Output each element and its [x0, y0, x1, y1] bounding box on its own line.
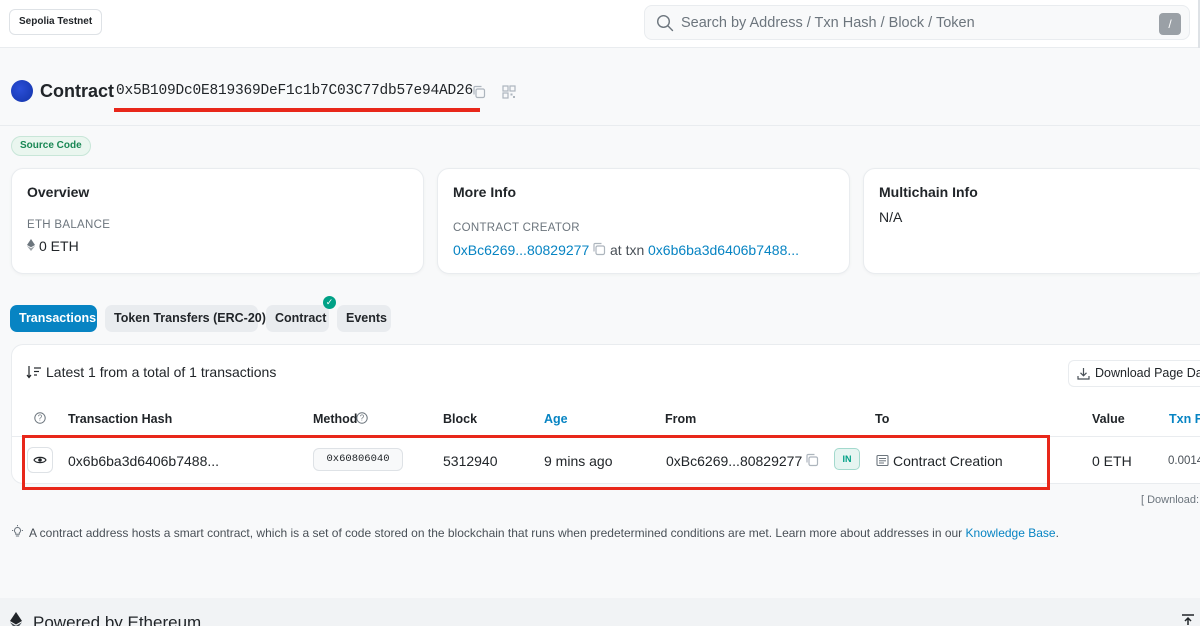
at-txn-label: at txn	[610, 242, 645, 258]
multichain-title: Multichain Info	[879, 184, 978, 200]
search-icon	[656, 14, 674, 32]
back-to-top-icon[interactable]	[1181, 612, 1195, 626]
eth-icon	[27, 239, 35, 251]
contract-header: Contract 0x5B109Dc0E819369DeF1c1b7C03C77…	[0, 60, 1200, 126]
creation-txn-link[interactable]: 0x6b6ba3d6406b7488...	[648, 242, 799, 258]
source-code-badge[interactable]: Source Code	[11, 136, 91, 156]
value-amount: 0 ETH	[1092, 453, 1132, 469]
column-header-method: Method	[313, 412, 358, 426]
column-header-to: To	[875, 412, 890, 426]
footer-text: Powered by Ethereum	[33, 613, 202, 626]
lightbulb-icon	[12, 525, 23, 537]
column-header-value: Value	[1092, 412, 1125, 426]
tab-transactions[interactable]: Transactions	[10, 305, 97, 332]
top-bar: Sepolia Testnet Search by Address / Txn …	[0, 0, 1200, 48]
contract-address: 0x5B109Dc0E819369DeF1c1b7C03C77db57e94AD…	[116, 83, 474, 99]
annotation-underline	[114, 108, 480, 112]
column-header-block: Block	[443, 412, 478, 426]
search-placeholder: Search by Address / Txn Hash / Block / T…	[681, 15, 975, 31]
download-page-data-button[interactable]: Download Page Data	[1068, 360, 1200, 387]
search-shortcut-key: /	[1159, 13, 1181, 35]
svg-text:?: ?	[360, 414, 365, 423]
download-label: Download Page Data	[1095, 366, 1200, 380]
multichain-value: N/A	[879, 209, 903, 225]
more-info-card: More Info CONTRACT CREATOR 0xBc6269...80…	[437, 168, 850, 274]
column-header-fee[interactable]: Txn Fee	[1169, 412, 1200, 426]
tab-token-transfers[interactable]: Token Transfers (ERC-20)	[105, 305, 266, 332]
info-text-body: A contract address hosts a smart contrac…	[29, 526, 966, 540]
multichain-info-card: Multichain Info N/A	[863, 168, 1200, 274]
transactions-summary: Latest 1 from a total of 1 transactions	[46, 364, 277, 380]
contract-creator-label: CONTRACT CREATOR	[453, 222, 580, 234]
svg-text:?: ?	[38, 414, 43, 423]
more-info-title: More Info	[453, 184, 516, 200]
method-help-icon[interactable]: ?	[356, 412, 368, 424]
txn-fee-value: 0.0014	[1168, 455, 1200, 467]
copy-icon[interactable]	[592, 242, 606, 256]
eth-balance-value: 0 ETH	[39, 238, 79, 254]
tab-events[interactable]: Events	[337, 305, 391, 332]
help-icon[interactable]: ?	[34, 412, 46, 424]
verified-check-icon: ✓	[323, 296, 336, 309]
column-header-from: From	[665, 412, 697, 426]
network-badge[interactable]: Sepolia Testnet	[9, 9, 103, 35]
eth-balance-label: ETH BALANCE	[27, 219, 111, 231]
download-note[interactable]: [ Download:	[1141, 494, 1199, 506]
sort-icon	[26, 366, 41, 379]
info-text: A contract address hosts a smart contrac…	[29, 526, 1059, 540]
annotation-highlight-box	[22, 435, 1050, 490]
creator-address-link[interactable]: 0xBc6269...80829277	[453, 242, 589, 258]
page-title: Contract	[40, 81, 115, 101]
qr-code-icon[interactable]	[502, 85, 516, 99]
ethereum-logo-icon	[10, 612, 22, 626]
search-input[interactable]: Search by Address / Txn Hash / Block / T…	[644, 5, 1190, 40]
knowledge-base-link[interactable]: Knowledge Base	[966, 526, 1056, 540]
info-text-end: .	[1055, 526, 1059, 540]
overview-title: Overview	[27, 184, 90, 200]
tab-contract[interactable]: Contract	[266, 305, 329, 332]
contract-avatar	[11, 80, 33, 102]
column-header-hash: Transaction Hash	[68, 412, 173, 426]
column-header-age[interactable]: Age	[544, 412, 568, 426]
footer: Powered by Ethereum	[0, 598, 1200, 626]
download-icon	[1077, 368, 1090, 380]
copy-icon[interactable]	[472, 85, 486, 99]
overview-card: Overview ETH BALANCE 0 ETH	[11, 168, 424, 274]
